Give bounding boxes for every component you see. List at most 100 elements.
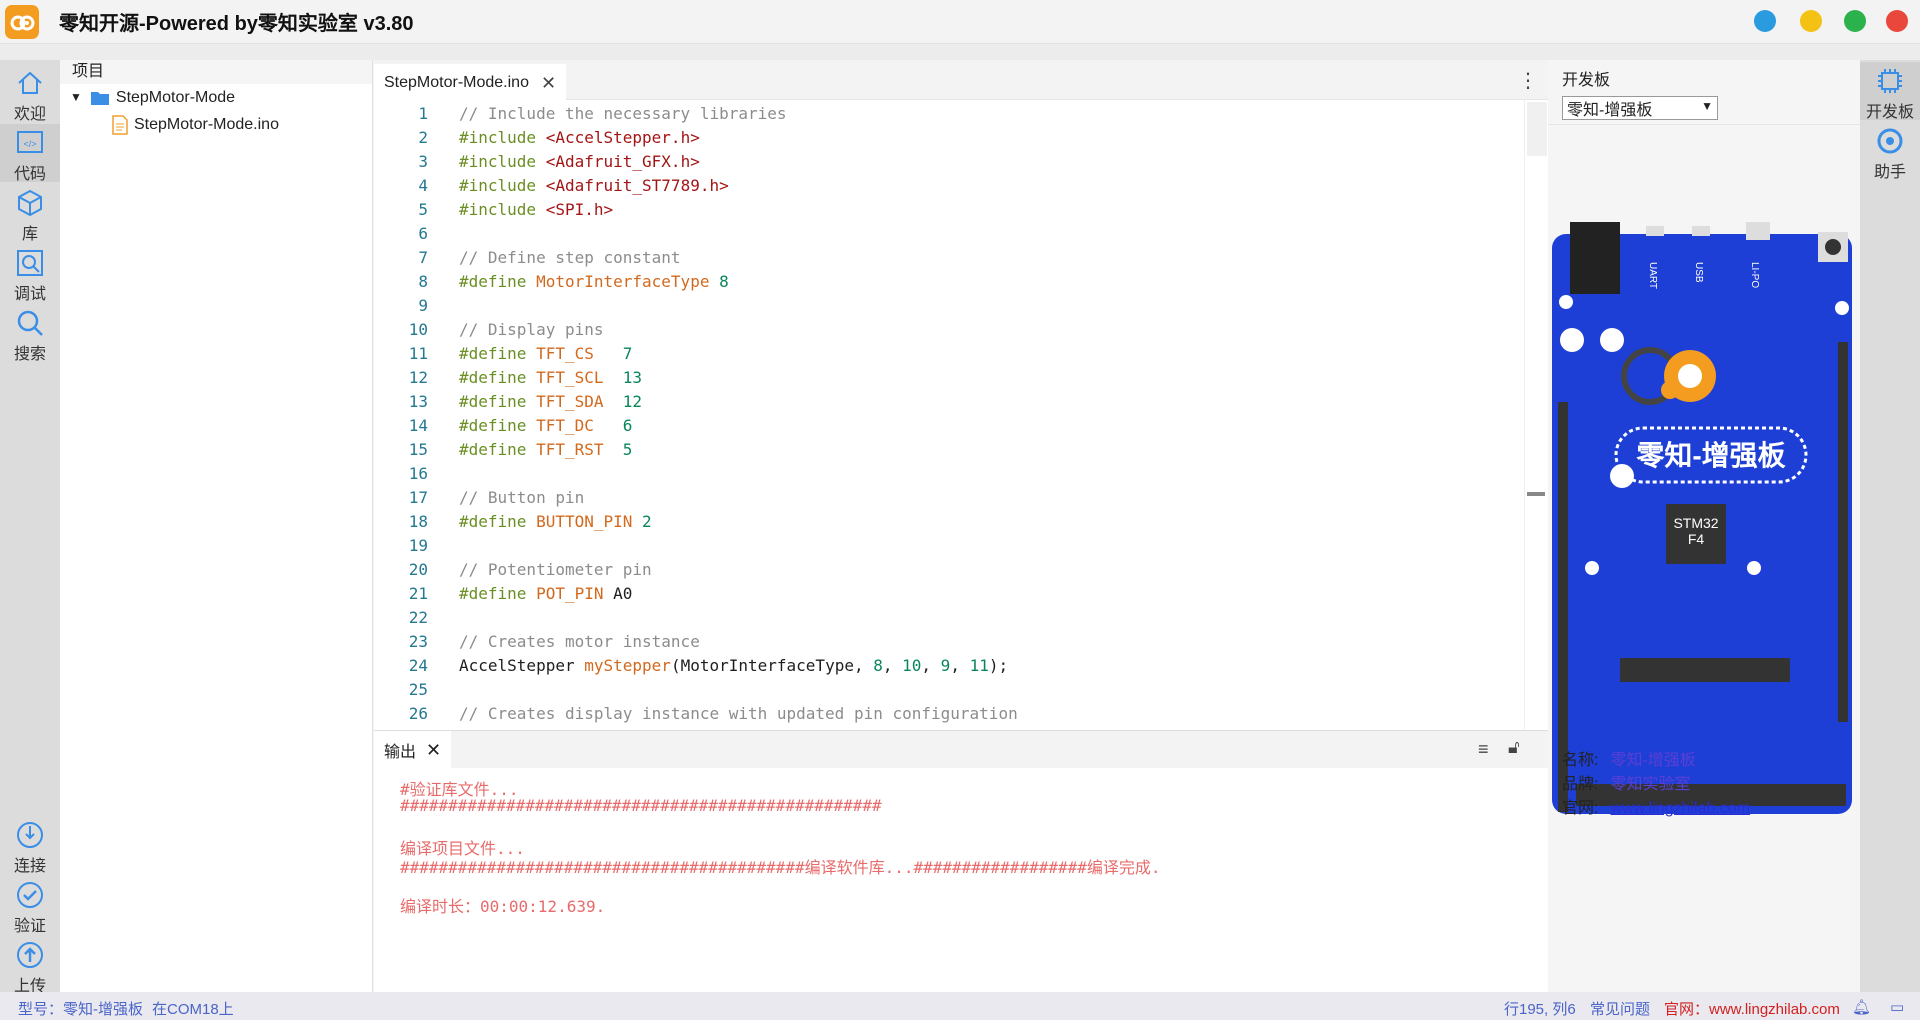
line-number: 5 (418, 200, 428, 219)
nav-library-label: 库 (21, 226, 38, 243)
bell-icon[interactable]: 🔔︎ (1852, 998, 1871, 1016)
code-line[interactable]: 19 (374, 534, 428, 558)
code-line[interactable]: 1 // Include the necessary libraries (374, 102, 786, 126)
folder-icon (90, 91, 109, 105)
nav-debug[interactable]: 调试 (0, 244, 60, 303)
status-site[interactable]: 官网：www.lingzhilab.com (1664, 998, 1840, 1019)
nav-welcome[interactable]: 欢迎 (0, 64, 60, 123)
debug-icon (17, 250, 43, 276)
code-line[interactable]: 6 (374, 222, 428, 246)
code-text: AccelStepper myStepper(MotorInterfaceTyp… (459, 656, 1009, 675)
code-line[interactable]: 4 #include <Adafruit_ST7789.h> (374, 174, 728, 198)
line-number: 24 (408, 656, 428, 675)
output-close-icon[interactable]: ✕ (426, 740, 441, 761)
project-header: 项目 (60, 60, 372, 84)
status-port[interactable]: 在COM18上 (152, 998, 234, 1019)
upload-button[interactable]: 上传 (0, 936, 60, 995)
code-line[interactable]: 7 // Define step constant (374, 246, 680, 270)
tab-stepmotor-ino[interactable]: StepMotor-Mode.ino ✕ (374, 64, 567, 100)
code-line[interactable]: 10 // Display pins (374, 318, 604, 342)
code-editor[interactable]: 1 // Include the necessary libraries 2 #inc… (374, 100, 1524, 730)
code-line[interactable]: 26 // Creates display instance with updat… (374, 702, 1018, 726)
line-number: 15 (408, 440, 428, 459)
assistant-icon (1877, 128, 1903, 154)
status-model: 型号：零知-增强板 (18, 1001, 143, 1018)
line-number: 9 (418, 296, 428, 315)
tab-close-icon[interactable]: ✕ (541, 73, 556, 94)
line-number: 21 (408, 584, 428, 603)
tree-folder[interactable]: ▼ StepMotor-Mode (60, 84, 372, 111)
editor-scrollbar[interactable] (1524, 100, 1548, 730)
nav-library[interactable]: 库 (0, 184, 60, 243)
code-line[interactable]: 5 #include <SPI.h> (374, 198, 613, 222)
board-select-value: 零知-增强板 (1567, 102, 1653, 119)
code-line[interactable]: 3 #include <Adafruit_GFX.h> (374, 150, 699, 174)
code-text: // Creates motor instance (459, 632, 700, 651)
clear-output-icon[interactable]: ≡ (1478, 739, 1489, 760)
output-line: ########################################… (400, 858, 1161, 877)
code-text: #define BUTTON_PIN 2 (459, 512, 652, 531)
code-line[interactable]: 12 #define TFT_SCL 13 (374, 366, 642, 390)
scrollbar-thumb[interactable] (1527, 102, 1547, 156)
app-title: 零知开源-Powered by零知实验室 v3.80 (59, 13, 414, 35)
code-text: #define TFT_RST 5 (459, 440, 633, 459)
left-activity-bar: 欢迎 </> 代码 库 调试 搜索 连接 验证 上传 (0, 60, 60, 995)
code-line[interactable]: 8 #define MotorInterfaceType 8 (374, 270, 728, 294)
connect-button[interactable]: 连接 (0, 816, 60, 875)
layout-icon[interactable]: ▭ (1890, 998, 1904, 1016)
code-line[interactable]: 13 #define TFT_SDA 12 (374, 390, 642, 414)
tree-file[interactable]: StepMotor-Mode.ino (60, 111, 372, 138)
line-number: 16 (408, 464, 428, 483)
code-line[interactable]: 17 // Button pin (374, 486, 585, 510)
output-tab-bar: 输出 ✕ ≡ 🔓︎ (374, 730, 1548, 769)
code-line[interactable]: 22 (374, 606, 428, 630)
code-line[interactable]: 24 AccelStepper myStepper(MotorInterfaceT… (374, 654, 1008, 678)
code-line[interactable]: 23 // Creates motor instance (374, 630, 700, 654)
connect-label: 连接 (13, 858, 46, 875)
code-line[interactable]: 18 #define BUTTON_PIN 2 (374, 510, 652, 534)
line-number: 7 (418, 248, 428, 267)
connect-icon (17, 822, 43, 848)
board-select[interactable]: 零知-增强板 ▼ (1562, 96, 1718, 120)
board-brand-row: 品牌: 零知实验室 (1562, 770, 1690, 794)
code-line[interactable]: 20 // Potentiometer pin (374, 558, 652, 582)
close-button[interactable] (1886, 10, 1908, 32)
nav-assistant[interactable]: 助手 (1860, 122, 1920, 181)
line-number: 4 (418, 176, 428, 195)
code-line[interactable]: 21 #define POT_PIN A0 (374, 582, 633, 606)
toolbar-strip (0, 44, 1920, 60)
board-site-link[interactable]: www.lingzhilab.com (1610, 800, 1750, 817)
tab-output[interactable]: 输出 ✕ (374, 731, 452, 769)
code-text: // Include the necessary libraries (459, 104, 787, 123)
line-number: 26 (408, 704, 428, 723)
code-line[interactable]: 2 #include <AccelStepper.h> (374, 126, 699, 150)
code-line[interactable]: 9 (374, 294, 428, 318)
board-site-row: 官网: www.lingzhilab.com (1562, 794, 1750, 818)
lock-scroll-icon[interactable]: 🔓︎ (1508, 737, 1520, 758)
library-box-icon (18, 189, 42, 217)
minimize-button[interactable] (1800, 10, 1822, 32)
board-name-label: 名称: (1562, 752, 1599, 769)
code-line[interactable]: 16 (374, 462, 428, 486)
nav-search[interactable]: 搜索 (0, 304, 60, 363)
line-number: 23 (408, 632, 428, 651)
status-cursor[interactable]: 行195, 列6 (1504, 998, 1576, 1019)
code-line[interactable]: 15 #define TFT_RST 5 (374, 438, 633, 462)
line-number: 3 (418, 152, 428, 171)
status-faq[interactable]: 常见问题 (1590, 998, 1650, 1019)
output-console: #验证库文件... ###############################… (374, 768, 1548, 992)
code-line[interactable]: 14 #define TFT_DC 6 (374, 414, 633, 438)
app-logo-icon (5, 4, 39, 39)
code-line[interactable]: 11 #define TFT_CS 7 (374, 342, 633, 366)
maximize-button[interactable] (1844, 10, 1866, 32)
nav-code[interactable]: </> 代码 (0, 124, 60, 183)
code-line[interactable]: 25 (374, 678, 428, 702)
menu-icon[interactable] (1754, 10, 1776, 32)
more-options-icon[interactable]: ⋮ (1518, 68, 1538, 93)
verify-button[interactable]: 验证 (0, 876, 60, 935)
expand-arrow-icon[interactable]: ▼ (70, 84, 82, 111)
board-image-label: 零知-增强板 (1636, 439, 1785, 471)
nav-board[interactable]: 开发板 (1860, 62, 1920, 121)
project-panel: 项目 ▼ StepMotor-Mode StepMotor-Mode.ino (60, 60, 373, 992)
code-text: #define POT_PIN A0 (459, 584, 633, 603)
